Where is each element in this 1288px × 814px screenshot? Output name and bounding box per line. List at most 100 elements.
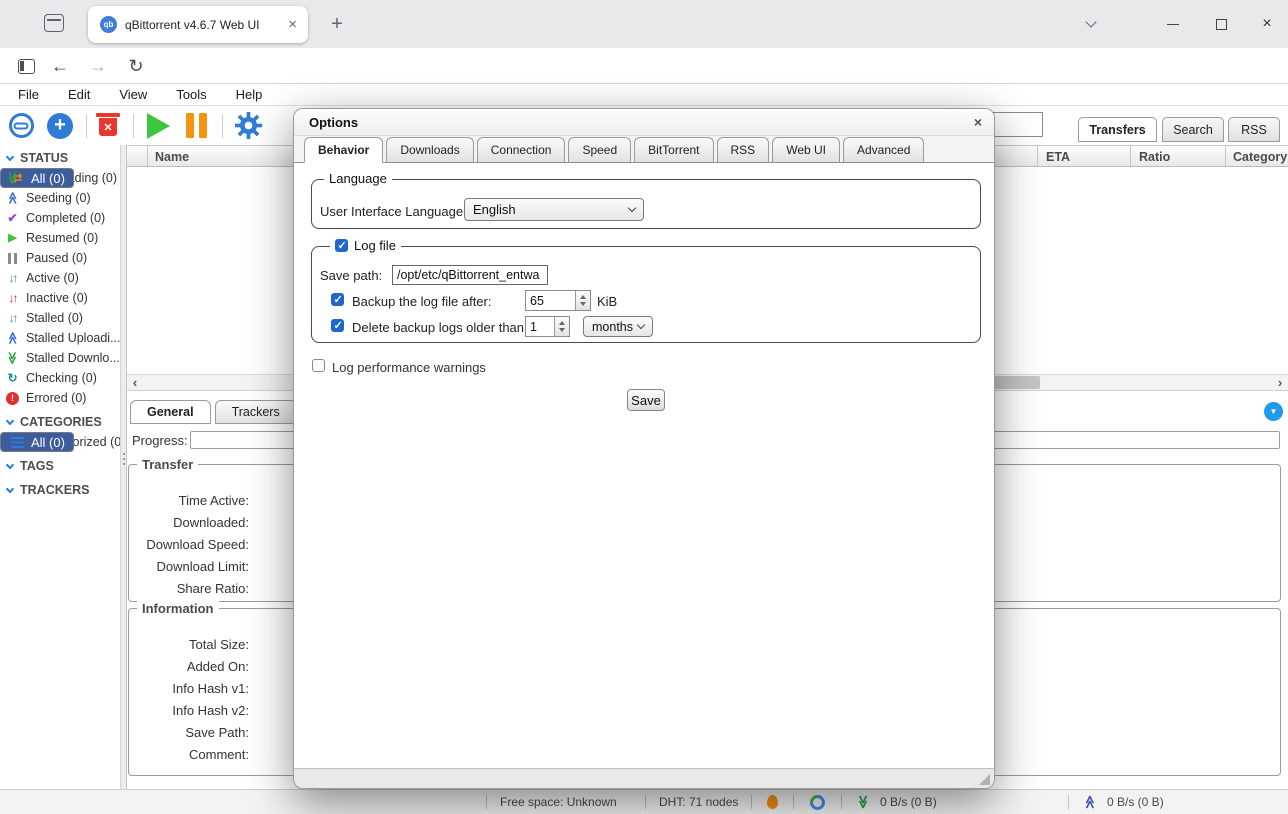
- download-speed-text[interactable]: 0 B/s (0 B): [880, 795, 937, 809]
- resume-icon[interactable]: [144, 112, 172, 139]
- column-ratio[interactable]: Ratio: [1139, 150, 1170, 164]
- sidebar-splitter[interactable]: [120, 145, 127, 789]
- backup-size-stepper[interactable]: [525, 290, 591, 311]
- add-torrent-link-icon[interactable]: [6, 112, 36, 139]
- alt-speed-flame-icon[interactable]: [767, 795, 778, 812]
- forward-icon[interactable]: →: [84, 53, 112, 79]
- delete-age-unit-select[interactable]: months: [583, 316, 653, 337]
- window-minimize-button[interactable]: [1158, 12, 1188, 36]
- tab-connection[interactable]: Connection: [477, 137, 566, 163]
- trackers-header[interactable]: TRACKERS: [0, 480, 120, 500]
- window-close-button[interactable]: ×: [1252, 12, 1282, 36]
- dialog-titlebar[interactable]: Options ×: [294, 109, 994, 136]
- scroll-right-icon[interactable]: ›: [1272, 375, 1288, 390]
- tab-search[interactable]: Search: [1162, 117, 1224, 142]
- column-name[interactable]: Name: [155, 150, 189, 164]
- tags-header[interactable]: TAGS: [0, 456, 120, 476]
- column-category[interactable]: Category: [1233, 150, 1287, 164]
- backup-size-input[interactable]: [526, 291, 575, 310]
- collapse-panel-button[interactable]: ▼: [1264, 402, 1283, 421]
- spinner-icons[interactable]: [575, 291, 590, 310]
- status-filter-errored[interactable]: !Errored (0): [0, 388, 120, 408]
- column-eta[interactable]: ETA: [1046, 150, 1070, 164]
- menu-view[interactable]: View: [119, 87, 147, 102]
- options-gear-icon[interactable]: [233, 112, 263, 139]
- tab-speed[interactable]: Speed: [568, 137, 631, 163]
- tab-rss[interactable]: RSS: [1228, 117, 1280, 142]
- status-item-label: Stalled Downlo...: [26, 351, 120, 365]
- chevron-down-icon: [628, 204, 636, 212]
- status-filter-inactive[interactable]: ↓↑Inactive (0): [0, 288, 120, 308]
- status-filter-checking[interactable]: ↻Checking (0): [0, 368, 120, 388]
- ui-language-select[interactable]: English: [464, 198, 644, 221]
- tab-rss-options[interactable]: RSS: [717, 137, 770, 163]
- status-filter-stalled[interactable]: ↓↑Stalled (0): [0, 308, 120, 328]
- toolbar-separator: [133, 114, 134, 138]
- spinner-icons[interactable]: [554, 317, 569, 336]
- scroll-left-icon[interactable]: ‹: [127, 375, 143, 390]
- window-maximize-button[interactable]: [1206, 12, 1236, 36]
- delete-age-stepper[interactable]: [525, 316, 570, 337]
- resize-handle-icon[interactable]: [979, 774, 990, 785]
- tab-close-icon[interactable]: ×: [285, 17, 300, 32]
- tab-advanced[interactable]: Advanced: [843, 137, 924, 163]
- status-filter-completed[interactable]: ✔Completed (0): [0, 208, 120, 228]
- upload-chevrons-icon[interactable]: ≫: [1083, 794, 1097, 810]
- tab-trackers[interactable]: Trackers: [215, 400, 297, 424]
- browser-toolbar: ← → ↻ Not Secure http://192.168.1.1:9080…: [0, 48, 1288, 84]
- browser-tab[interactable]: qb qBittorrent v4.6.7 Web UI ×: [88, 6, 308, 43]
- delete-backup-checkbox[interactable]: [331, 319, 344, 332]
- delete-icon[interactable]: ✕: [94, 111, 122, 138]
- menu-help[interactable]: Help: [236, 87, 263, 102]
- connection-status-icon[interactable]: [810, 795, 825, 813]
- menu-edit[interactable]: Edit: [68, 87, 90, 102]
- tab-transfers[interactable]: Transfers: [1078, 117, 1157, 142]
- tags-header-label: TAGS: [20, 459, 54, 473]
- save-button[interactable]: Save: [627, 389, 665, 411]
- menu-tools[interactable]: Tools: [176, 87, 206, 102]
- dialog-close-icon[interactable]: ×: [974, 115, 982, 129]
- language-fieldset: Language User Interface Language: Englis…: [311, 179, 981, 229]
- status-filter-resumed[interactable]: ▶Resumed (0): [0, 228, 120, 248]
- trackers-header-label: TRACKERS: [20, 483, 89, 497]
- categories-header[interactable]: CATEGORIES: [0, 412, 120, 432]
- tab-bittorrent[interactable]: BitTorrent: [634, 137, 713, 163]
- time-active-label: Time Active:: [133, 493, 249, 508]
- sidebar-toggle-icon[interactable]: [12, 53, 40, 79]
- status-filter-stalled-uploading[interactable]: ≫Stalled Uploadi...: [0, 328, 120, 348]
- tab-actions-icon[interactable]: [44, 14, 64, 32]
- category-all[interactable]: All (0): [0, 432, 74, 452]
- status-filter-stalled-downloading[interactable]: ≫Stalled Downlo...: [0, 348, 120, 368]
- download-chevrons-icon[interactable]: ≫: [856, 794, 870, 810]
- reload-icon[interactable]: ↻: [122, 53, 150, 79]
- tab-actions-line: [47, 19, 61, 21]
- tab-behavior[interactable]: Behavior: [304, 137, 383, 163]
- upload-speed-text[interactable]: 0 B/s (0 B): [1107, 795, 1164, 809]
- delete-age-input[interactable]: [526, 317, 554, 336]
- status-filter-active[interactable]: ↓↑Active (0): [0, 268, 120, 288]
- tab-downloads[interactable]: Downloads: [386, 137, 473, 163]
- ui-language-value: English: [473, 202, 516, 217]
- options-dialog: Options × Behavior Downloads Connection …: [293, 108, 995, 789]
- new-tab-button[interactable]: +: [324, 11, 350, 37]
- chevron-down-icon: [637, 321, 645, 329]
- menu-file[interactable]: File: [18, 87, 39, 102]
- save-path-input[interactable]: [392, 265, 548, 285]
- tab-general[interactable]: General: [130, 400, 211, 424]
- chevron-down-icon: [6, 416, 14, 424]
- toolbar-separator: [222, 114, 223, 138]
- back-icon[interactable]: ←: [46, 53, 74, 79]
- add-torrent-file-icon[interactable]: +: [45, 112, 75, 139]
- tab-webui[interactable]: Web UI: [772, 137, 840, 163]
- status-header[interactable]: STATUS: [0, 148, 120, 168]
- performance-warnings-checkbox[interactable]: [312, 359, 325, 372]
- status-item-label: Stalled (0): [26, 311, 83, 325]
- status-filter-seeding[interactable]: ≫Seeding (0): [0, 188, 120, 208]
- pause-icon[interactable]: [183, 112, 209, 139]
- save-path-label: Save path:: [320, 268, 382, 283]
- status-filter-paused[interactable]: Paused (0): [0, 248, 120, 268]
- backup-checkbox[interactable]: [331, 293, 344, 306]
- tab-list-chevron-icon[interactable]: [1076, 12, 1106, 36]
- logfile-checkbox[interactable]: [335, 239, 348, 252]
- language-legend: Language: [324, 171, 392, 186]
